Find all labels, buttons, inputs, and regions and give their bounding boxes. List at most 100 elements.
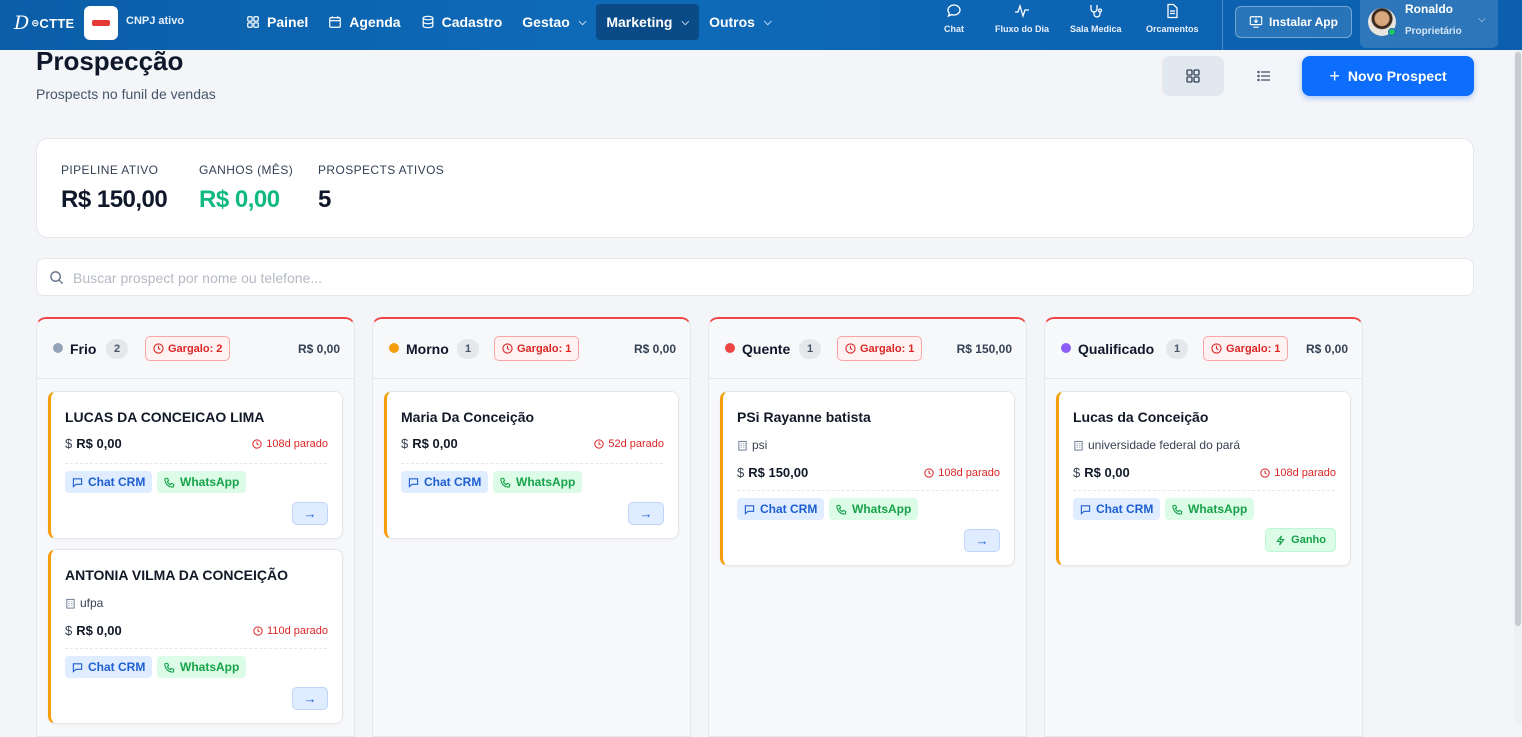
chevron-down-icon: ⌵ bbox=[578, 16, 587, 28]
prospect-company: ufpa bbox=[65, 596, 103, 610]
search-input[interactable] bbox=[73, 267, 1453, 289]
open-prospect-button[interactable]: → bbox=[628, 502, 664, 525]
amount-value: R$ 0,00 bbox=[76, 436, 122, 451]
whatsapp-button[interactable]: WhatsApp bbox=[829, 498, 919, 520]
open-prospect-button[interactable]: → bbox=[292, 687, 328, 710]
status-dot bbox=[1061, 343, 1071, 353]
arrow-right-icon: → bbox=[303, 506, 317, 521]
chat-crm-button[interactable]: Chat CRM bbox=[65, 656, 153, 678]
column-frio: Frio 2 Gargalo: 2 R$ 0,00 LUCAS DA CONCE… bbox=[36, 317, 355, 737]
column-name: Quente bbox=[742, 341, 791, 357]
chip-label: Chat CRM bbox=[88, 660, 146, 674]
prospect-card[interactable]: Lucas da Conceição universidade federal … bbox=[1056, 391, 1351, 566]
prospect-company: universidade federal do pará bbox=[1073, 438, 1240, 452]
quick-orcamentos[interactable]: Orcamentos bbox=[1146, 3, 1199, 34]
whatsapp-button[interactable]: WhatsApp bbox=[493, 471, 583, 493]
bottleneck-label: Gargalo: 2 bbox=[168, 342, 223, 355]
quick-label: Chat bbox=[944, 24, 964, 34]
column-morno: Morno 1 Gargalo: 1 R$ 0,00 Maria Da Conc… bbox=[372, 317, 691, 737]
open-prospect-button[interactable]: → bbox=[964, 529, 1000, 552]
clinic-logo[interactable] bbox=[84, 6, 118, 40]
grid-icon bbox=[247, 16, 259, 28]
status-dot bbox=[53, 343, 63, 353]
building-icon bbox=[1074, 440, 1083, 451]
bottleneck-badge[interactable]: Gargalo: 2 bbox=[145, 336, 231, 361]
nav-gestao[interactable]: Gestao ⌵ bbox=[512, 4, 596, 40]
column-qualificado: Qualificado 1 Gargalo: 1 R$ 0,00 Lucas d… bbox=[1044, 317, 1363, 737]
nav-label: Gestao bbox=[522, 14, 570, 30]
user-menu[interactable]: Ronaldo Proprietário ⌵ bbox=[1360, 0, 1498, 48]
card-divider bbox=[1073, 490, 1335, 491]
phone-icon bbox=[836, 504, 847, 515]
stat-prospects: PROSPECTS ATIVOS 5 bbox=[318, 163, 444, 214]
install-app-button[interactable]: Instalar App bbox=[1235, 6, 1352, 38]
bottleneck-label: Gargalo: 1 bbox=[860, 342, 915, 355]
search-bar bbox=[36, 258, 1474, 296]
won-label: Ganho bbox=[1291, 534, 1326, 546]
prospect-card[interactable]: LUCAS DA CONCEICAO LIMA $ R$ 0,00 108d pa… bbox=[48, 391, 343, 539]
message-icon bbox=[72, 477, 83, 488]
column-header: Frio 2 Gargalo: 2 R$ 0,00 bbox=[37, 319, 354, 379]
new-prospect-button[interactable]: + Novo Prospect bbox=[1302, 56, 1474, 96]
chevron-down-icon: ⌵ bbox=[763, 16, 772, 28]
prospect-card[interactable]: Maria Da Conceição $ R$ 0,00 52d parado C… bbox=[384, 391, 679, 539]
chat-crm-button[interactable]: Chat CRM bbox=[401, 471, 489, 493]
nav-agenda[interactable]: Agenda bbox=[318, 4, 410, 40]
whatsapp-button[interactable]: WhatsApp bbox=[157, 656, 247, 678]
whatsapp-button[interactable]: WhatsApp bbox=[157, 471, 247, 493]
currency-icon: $ bbox=[401, 436, 409, 451]
column-name: Morno bbox=[406, 341, 449, 357]
prospect-card[interactable]: ANTONIA VILMA DA CONCEIÇÃO ufpa $ R$ 0,00… bbox=[48, 549, 343, 724]
chat-crm-button[interactable]: Chat CRM bbox=[65, 471, 153, 493]
mark-won-button[interactable]: Ganho bbox=[1265, 528, 1336, 552]
bottleneck-badge[interactable]: Gargalo: 1 bbox=[494, 336, 580, 361]
chat-crm-button[interactable]: Chat CRM bbox=[1073, 498, 1161, 520]
nav-marketing[interactable]: Marketing ⌵ bbox=[596, 4, 700, 40]
stale-label: 110d parado bbox=[267, 625, 328, 637]
main-nav: Painel Agenda Cadastro Gestao ⌵ Marketin… bbox=[236, 4, 782, 40]
logo-text: CTTE bbox=[39, 15, 75, 31]
stat-label: GANHOS (MÊS) bbox=[199, 163, 294, 177]
kanban-view-button[interactable] bbox=[1162, 56, 1224, 96]
user-role: Proprietário bbox=[1405, 26, 1462, 37]
column-quente: Quente 1 Gargalo: 1 R$ 150,00 PSi Rayann… bbox=[708, 317, 1027, 737]
bottleneck-badge[interactable]: Gargalo: 1 bbox=[1203, 336, 1289, 361]
nav-painel[interactable]: Painel bbox=[236, 4, 318, 40]
user-name: Ronaldo bbox=[1405, 2, 1453, 16]
quick-chat[interactable]: Chat bbox=[944, 3, 964, 34]
quick-sala-medica[interactable]: Sala Medica bbox=[1070, 3, 1122, 34]
quick-fluxo-do-dia[interactable]: Fluxo do Dia bbox=[995, 3, 1049, 34]
app-logo[interactable]: D ⊝ CTTE bbox=[14, 12, 75, 34]
stat-value: 5 bbox=[318, 186, 331, 213]
clock-icon bbox=[845, 343, 856, 354]
bottleneck-badge[interactable]: Gargalo: 1 bbox=[837, 336, 923, 361]
chevron-down-icon: ⌵ bbox=[1478, 14, 1486, 25]
nav-label: Agenda bbox=[349, 14, 401, 30]
nav-label: Marketing bbox=[606, 14, 673, 30]
nav-outros[interactable]: Outros ⌵ bbox=[699, 4, 781, 40]
list-view-button[interactable] bbox=[1234, 56, 1294, 96]
amount-value: R$ 0,00 bbox=[412, 436, 458, 451]
monitor-download-icon bbox=[1249, 16, 1263, 28]
database-icon bbox=[422, 15, 434, 29]
arrow-right-icon: → bbox=[639, 506, 653, 521]
nav-label: Cadastro bbox=[441, 14, 503, 30]
scrollbar-thumb[interactable] bbox=[1515, 52, 1521, 626]
page-scrollbar[interactable] bbox=[1514, 50, 1522, 723]
chat-crm-button[interactable]: Chat CRM bbox=[737, 498, 825, 520]
top-navigation-bar: D ⊝ CTTE CNPJ ativo Painel Agenda Cadast… bbox=[0, 0, 1522, 50]
stats-panel: PIPELINE ATIVO R$ 150,00 GANHOS (MÊS) R$… bbox=[36, 138, 1474, 238]
column-total: R$ 0,00 bbox=[1305, 342, 1348, 356]
whatsapp-button[interactable]: WhatsApp bbox=[1165, 498, 1255, 520]
column-name: Frio bbox=[70, 341, 97, 357]
phone-icon bbox=[164, 662, 175, 673]
grid-icon bbox=[1186, 69, 1200, 83]
open-prospect-button[interactable]: → bbox=[292, 502, 328, 525]
prospect-card[interactable]: PSi Rayanne batista psi $ R$ 150,00 108d … bbox=[720, 391, 1015, 566]
stat-value: R$ 150,00 bbox=[61, 186, 168, 213]
nav-cadastro[interactable]: Cadastro bbox=[411, 4, 513, 40]
prospect-company: psi bbox=[737, 438, 767, 452]
currency-icon: $ bbox=[737, 465, 745, 480]
chip-label: WhatsApp bbox=[180, 475, 240, 489]
column-header: Morno 1 Gargalo: 1 R$ 0,00 bbox=[373, 319, 690, 379]
